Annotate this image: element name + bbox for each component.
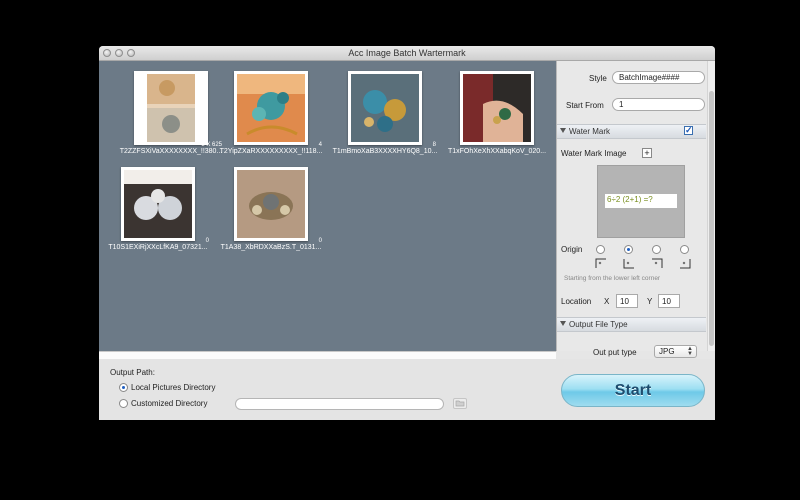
output-section-title: Output File Type: [569, 320, 628, 329]
output-type-value: JPG: [659, 347, 675, 356]
location-x-label: X: [604, 297, 610, 306]
watermark-image-label: Water Mark Image: [561, 149, 627, 158]
image-filename: T1xFOhXeXhXXabqKoV_020...: [447, 148, 547, 155]
style-label: Style: [589, 74, 607, 83]
location-x-field[interactable]: 10: [616, 294, 638, 308]
jewelry-photo: [237, 170, 305, 238]
thumbnail-frame: 5 X 625: [134, 71, 222, 148]
image-thumbnail[interactable]: 8 T1mBmoXaB3XXXXHY6Q8_10...: [333, 71, 437, 155]
folder-icon: [455, 400, 465, 407]
watermark-preview-text: 6÷2 (2+1) =?: [605, 194, 677, 208]
app-window: Acc Image Batch Wartermark 5 X 625 T2ZZF…: [99, 46, 715, 420]
origin-radio-upper-right[interactable]: [652, 245, 661, 254]
image-thumbnail[interactable]: 4 T2YipZXaRXXXXXXXXX_!!118...: [220, 71, 322, 155]
thumbnail-frame: 8: [348, 71, 436, 148]
thumbnail-frame: 0: [121, 167, 209, 244]
output-type-label: Out put type: [593, 348, 637, 357]
local-directory-radio[interactable]: [119, 383, 128, 392]
corner-upper-right-icon: [652, 258, 663, 268]
corner-lower-right-icon: [680, 259, 691, 269]
output-file-type-section-header[interactable]: Output File Type: [557, 317, 706, 332]
custom-directory-label: Customized Directory: [131, 399, 208, 408]
origin-radio-lower-right[interactable]: [680, 245, 689, 254]
location-label: Location: [561, 297, 592, 306]
corner-upper-left-icon: [595, 258, 606, 268]
jewelry-photo: [137, 74, 205, 142]
jewelry-photo: [463, 74, 531, 142]
scrollbar-thumb[interactable]: [709, 91, 714, 346]
image-thumbnail[interactable]: 5 X 625 T2ZZFSXiVaXXXXXXXX_!!380...: [120, 71, 222, 155]
output-path-label: Output Path:: [110, 368, 155, 377]
custom-path-input[interactable]: [235, 398, 444, 410]
title-bar: Acc Image Batch Wartermark: [99, 46, 715, 61]
style-field[interactable]: BatchImage####: [612, 71, 705, 84]
image-thumbnail[interactable]: 0 T1A38_XbRDXXaBzS.T_0131...: [221, 167, 322, 251]
output-path-area: Output Path: Local Pictures Directory Cu…: [99, 359, 715, 420]
image-filename: T2YipZXaRXXXXXXXXX_!!118...: [219, 148, 323, 155]
local-directory-label: Local Pictures Directory: [131, 383, 216, 392]
origin-label: Origin: [561, 245, 583, 254]
select-arrows-icon: ▲ ▼: [687, 346, 693, 357]
watermark-section-title: Water Mark: [569, 127, 611, 136]
disclosure-triangle-icon[interactable]: [560, 128, 566, 133]
watermark-image-preview[interactable]: 6÷2 (2+1) =?: [597, 165, 685, 238]
settings-scrollbar[interactable]: [707, 61, 715, 351]
thumbnail-frame: 0: [234, 167, 322, 244]
image-thumbnail[interactable]: T1xFOhXeXhXXabqKoV_020...: [448, 71, 546, 155]
origin-radio-lower-left[interactable]: [624, 245, 633, 254]
watermark-enable-checkbox[interactable]: ✓: [684, 126, 693, 135]
window-title: Acc Image Batch Wartermark: [348, 48, 466, 58]
browse-folder-button[interactable]: [453, 398, 467, 409]
thumbnail-frame: 4: [234, 71, 322, 148]
location-y-field[interactable]: 10: [658, 294, 680, 308]
image-thumbnail[interactable]: 0 T10S1EXiRjXXcLfKA9_07321...: [108, 167, 209, 251]
disclosure-triangle-icon[interactable]: [560, 321, 566, 326]
settings-panel: Style BatchImage#### Start From 1 Water …: [556, 61, 715, 357]
image-filename: T1A38_XbRDXXaBzS.T_0131...: [220, 244, 322, 251]
start-from-field[interactable]: 1: [612, 98, 705, 111]
watermark-section-header[interactable]: Water Mark ✓: [557, 124, 706, 139]
origin-hint: Starting from the lower left corner: [564, 275, 661, 282]
output-type-select[interactable]: JPG ▲ ▼: [654, 345, 697, 358]
location-y-label: Y: [647, 297, 653, 306]
corner-lower-left-icon: [623, 259, 634, 269]
image-filename: T10S1EXiRjXXcLfKA9_07321...: [108, 244, 208, 251]
start-from-label: Start From: [566, 101, 604, 110]
jewelry-photo: [237, 74, 305, 142]
jewelry-photo: [124, 170, 192, 238]
image-filename: T1mBmoXaB3XXXXHY6Q8_10...: [332, 148, 438, 155]
jewelry-photo: [351, 74, 419, 142]
origin-radio-upper-left[interactable]: [596, 245, 605, 254]
custom-directory-radio[interactable]: [119, 399, 128, 408]
image-gallery[interactable]: 5 X 625 T2ZZFSXiVaXXXXXXXX_!!380... 4 T2…: [99, 61, 556, 351]
thumbnail-frame: [460, 71, 534, 145]
add-watermark-image-button[interactable]: +: [642, 148, 652, 158]
start-button[interactable]: Start: [561, 374, 705, 407]
gallery-horizontal-scroll[interactable]: [99, 351, 556, 359]
